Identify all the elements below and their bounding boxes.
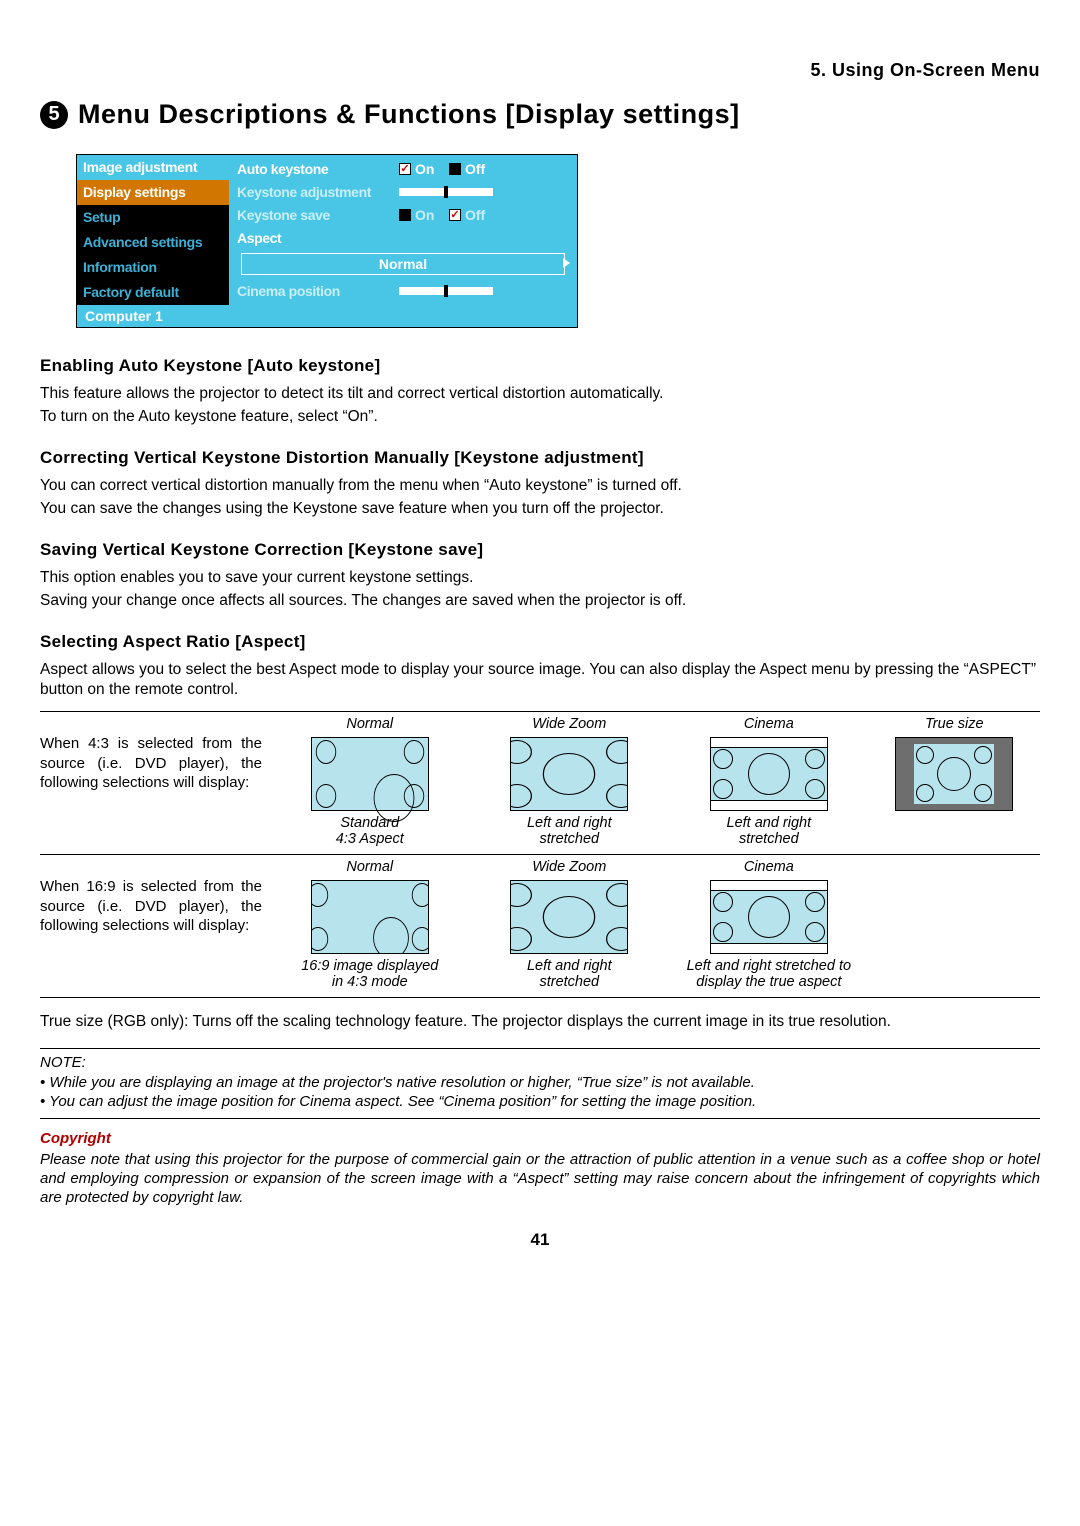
osd-autokeystone-on: On [399,161,443,177]
osd-aspect-value: Normal [241,253,565,275]
section-heading: Enabling Auto Keystone [Auto keystone] [40,356,1040,376]
osd-left-item: Setup [77,205,229,230]
note-label: NOTE: [40,1053,1040,1073]
aspect-mode-header: Cinema [744,716,794,732]
page-number: 41 [40,1230,1040,1250]
copyright-heading: Copyright [40,1129,1040,1148]
page-title: Menu Descriptions & Functions [Display s… [78,99,740,130]
osd-left-item: Image adjustment [77,155,229,180]
aspect-mode-caption: Left and right stretched todisplay the t… [687,959,851,991]
osd-left-item: Information [77,255,229,280]
osd-footer: Computer 1 [77,305,577,327]
body-text: This option enables you to save your cur… [40,568,1040,589]
osd-left-item: Display settings [77,180,229,205]
page-title-row: 5 Menu Descriptions & Functions [Display… [40,99,1040,130]
aspect-row-description: When 4:3 is selected from the source (i.… [40,716,270,848]
osd-keystone-adj-slider [399,188,493,196]
osd-keystone-save-label: Keystone save [237,207,393,223]
body-text: To turn on the Auto keystone feature, se… [40,407,1040,428]
body-text: You can correct vertical distortion manu… [40,476,1040,497]
aspect-table: When 4:3 is selected from the source (i.… [40,711,1040,998]
aspect-mode-caption: Left and rightstretched [527,959,612,991]
osd-cinema-pos-label: Cinema position [237,283,393,299]
body-text: True size (RGB only): Turns off the scal… [40,1012,1040,1032]
body-text: Saving your change once affects all sour… [40,591,1040,612]
aspect-mode-header: Normal [346,716,393,732]
osd-keystone-adj-label: Keystone adjustment [237,184,393,200]
osd-keystone-save-on: On [399,207,443,223]
aspect-diagram [311,737,429,811]
osd-autokeystone-off: Off [449,161,493,177]
osd-aspect-label: Aspect [237,230,393,246]
osd-keystone-save-off: Off [449,207,493,223]
aspect-mode-header: True size [925,716,984,732]
aspect-mode-header: Normal [346,859,393,875]
aspect-diagram [510,737,628,811]
section-heading: Selecting Aspect Ratio [Aspect] [40,632,1040,652]
body-text: You can save the changes using the Keyst… [40,499,1040,520]
aspect-mode-caption: 16:9 image displayedin 4:3 mode [301,959,438,991]
aspect-mode-caption: Left and rightstretched [727,816,812,848]
section-heading: Saving Vertical Keystone Correction [Key… [40,540,1040,560]
note-item: • You can adjust the image position for … [40,1092,1040,1112]
aspect-diagram [311,880,429,954]
note-block: NOTE: • While you are displaying an imag… [40,1048,1040,1119]
osd-cinema-pos-slider [399,287,493,295]
aspect-row-description: When 16:9 is selected from the source (i… [40,859,270,991]
aspect-diagram [710,737,828,811]
aspect-diagram [710,880,828,954]
copyright-text: Please note that using this projector fo… [40,1151,1040,1206]
copyright-block: Copyright Please note that using this pr… [40,1129,1040,1208]
aspect-mode-header: Wide Zoom [532,859,606,875]
aspect-mode-caption: Left and rightstretched [527,816,612,848]
osd-left-item: Advanced settings [77,230,229,255]
osd-screenshot: Image adjustment Display settings Setup … [76,154,1040,328]
section-heading: Correcting Vertical Keystone Distortion … [40,448,1040,468]
aspect-diagram [895,737,1013,811]
chapter-header: 5. Using On-Screen Menu [40,60,1040,81]
note-item: • While you are displaying an image at t… [40,1073,1040,1093]
aspect-mode-header: Cinema [744,859,794,875]
section-number-badge: 5 [40,101,68,129]
aspect-diagram [510,880,628,954]
osd-autokeystone-label: Auto keystone [237,161,393,177]
body-text: Aspect allows you to select the best Asp… [40,660,1040,702]
aspect-mode-header: Wide Zoom [532,716,606,732]
osd-left-item: Factory default [77,280,229,305]
body-text: This feature allows the projector to det… [40,384,1040,405]
